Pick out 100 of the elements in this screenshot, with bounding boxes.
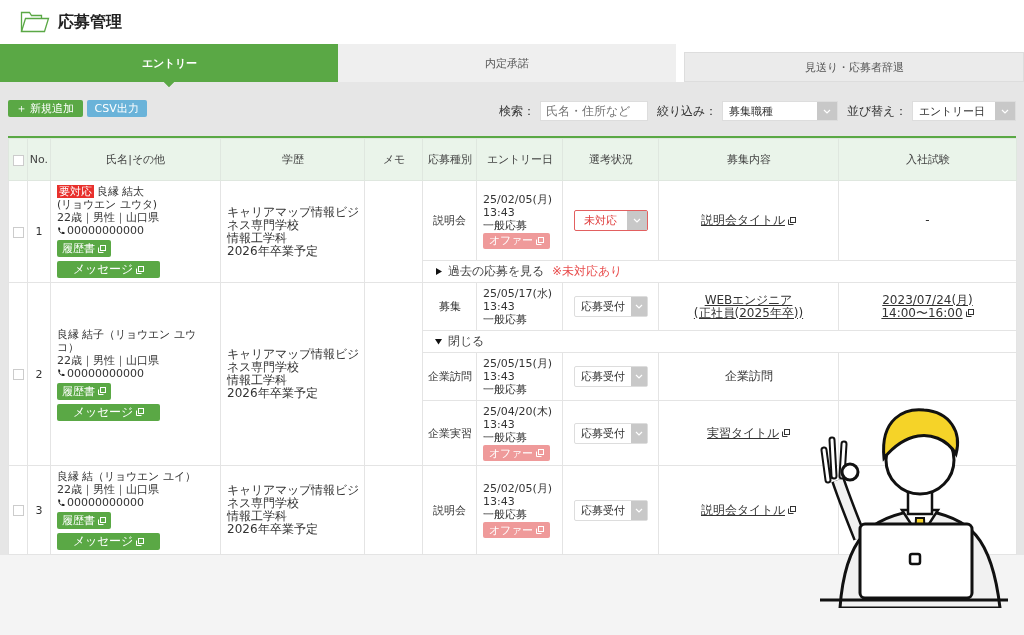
entry-time: 13:43	[483, 370, 516, 383]
entry-time: 13:43	[483, 205, 516, 219]
unhandled-note: ※未対応あり	[552, 264, 623, 278]
status-dropdown[interactable]: 応募受付	[573, 422, 648, 444]
applicant-name: 良縁 結太	[97, 185, 145, 198]
external-link-icon	[536, 449, 544, 457]
checkbox[interactable]	[12, 505, 24, 516]
chevron-down-icon	[634, 374, 643, 379]
chevron-down-icon	[823, 108, 831, 114]
sort-dropdown[interactable]: エントリー日	[912, 101, 1016, 121]
toggle-link[interactable]: 閉じる	[435, 335, 484, 348]
chevron-down-icon	[634, 507, 643, 513]
external-link-icon	[136, 537, 144, 546]
column-header: No.	[29, 153, 49, 166]
education-text: 情報工学科	[227, 510, 288, 523]
tab[interactable]: 内定承諾	[338, 44, 676, 82]
education-text: 情報工学科	[227, 231, 287, 245]
filter-dropdown[interactable]: 募集職種	[722, 101, 838, 121]
education-text: キャリアマップ情報ビジネス専門学校	[227, 205, 360, 232]
external-link-icon	[536, 526, 544, 534]
entry-route: 一般応募	[483, 508, 528, 521]
education-text: 2026年卒業予定	[227, 244, 319, 258]
applicant-details: 22歳｜男性｜山口県	[57, 483, 160, 496]
entry-route: 一般応募	[483, 383, 528, 396]
row-number: 2	[35, 367, 43, 381]
checkbox[interactable]	[12, 369, 24, 380]
education-text: 2026年卒業予定	[227, 387, 319, 400]
link[interactable]: 説明会タイトル	[701, 214, 785, 227]
status-dropdown[interactable]: 未対応	[573, 210, 648, 231]
table-cell: 説明会	[433, 503, 466, 517]
tab[interactable]: 見送り・応募者辞退	[684, 52, 1024, 82]
link[interactable]: (正社員(2025年卒))	[693, 306, 804, 320]
chevron-down-icon	[634, 304, 643, 309]
external-link-icon	[136, 265, 144, 274]
column-header: 学歴	[281, 153, 304, 166]
entry-route: 一般応募	[483, 313, 528, 326]
phone-number: 00000000000	[67, 224, 144, 237]
education-text: キャリアマップ情報ビジネス専門学校	[227, 348, 360, 374]
search-label: 検索：	[499, 102, 535, 120]
table-cell: 企業訪問	[427, 370, 472, 383]
applicant-details: 22歳｜男性｜山口県	[57, 353, 160, 367]
sort-label: 並び替え：	[847, 102, 907, 120]
cell-text: 企業訪問	[724, 370, 773, 383]
chevron-down-icon	[634, 430, 643, 436]
external-link-icon	[98, 244, 106, 253]
entry-date: 25/02/05(月)	[483, 192, 553, 206]
column-header: エントリー日	[486, 153, 553, 166]
phone-icon	[57, 226, 65, 235]
applicant-name: 良縁 結子（リョウエン ユウコ）	[57, 327, 197, 354]
row-number: 3	[35, 503, 43, 517]
entry-route: 一般応募	[483, 218, 528, 232]
folder-icon	[20, 11, 50, 33]
link[interactable]: 実習タイトル	[707, 426, 779, 440]
education-text: キャリアマップ情報ビジネス専門学校	[227, 484, 360, 510]
toggle-link[interactable]: 過去の応募を見る	[435, 265, 544, 278]
page-title: 応募管理	[58, 11, 122, 33]
entry-date: 25/05/17(水)	[483, 287, 553, 300]
column-header: メモ	[382, 153, 405, 166]
table-cell: 募集	[438, 300, 461, 313]
entry-time: 13:43	[483, 495, 516, 508]
checkbox[interactable]	[12, 226, 24, 238]
status-dropdown[interactable]: 応募受付	[573, 499, 648, 521]
row-number: 1	[35, 225, 43, 238]
applicant-name: 良縁 結（リョウエン ユイ）	[57, 470, 196, 483]
status-dropdown[interactable]: 応募受付	[573, 296, 648, 317]
education-text: 2026年卒業予定	[227, 523, 319, 536]
external-link-icon	[136, 408, 144, 416]
link[interactable]: 14:00〜16:00	[881, 306, 963, 320]
phone-number: 00000000000	[67, 496, 144, 509]
entry-date: 25/02/05(月)	[483, 482, 553, 495]
entry-route: 一般応募	[483, 431, 528, 444]
column-header: 選考状況	[588, 153, 633, 166]
education-text: 情報工学科	[227, 374, 288, 387]
link[interactable]: WEBエンジニア	[704, 293, 793, 307]
external-link-icon	[98, 516, 106, 525]
link[interactable]: 2023/07/24(月)	[882, 293, 973, 307]
link[interactable]: 説明会タイトル	[701, 503, 785, 517]
cell-text: -	[925, 214, 930, 227]
applicant-details: 22歳｜男性｜山口県	[57, 211, 160, 224]
entry-date: 25/05/15(月)	[483, 357, 553, 370]
phone-icon	[57, 369, 65, 377]
chevron-down-icon	[632, 218, 641, 223]
entry-time: 13:43	[483, 300, 516, 313]
external-link-icon	[536, 236, 544, 245]
phone-number: 00000000000	[67, 366, 144, 380]
triangle-down-icon	[435, 338, 442, 345]
name-reading: (リョウエン ユウタ)	[57, 198, 159, 211]
chevron-down-icon	[1001, 108, 1009, 114]
search-field[interactable]: 氏名・住所など	[540, 101, 648, 121]
urgent-badge: 要対応	[57, 185, 94, 198]
status-dropdown[interactable]: 応募受付	[573, 366, 648, 387]
checkbox[interactable]	[12, 154, 24, 166]
column-header: 募集内容	[726, 153, 771, 166]
phone-icon	[57, 498, 65, 507]
table-cell: 説明会	[433, 214, 466, 227]
triangle-right-icon	[435, 268, 442, 275]
column-header: 応募種別	[427, 153, 472, 166]
column-header: 入社試験	[905, 153, 950, 166]
entry-time: 13:43	[483, 418, 516, 431]
filter-label: 絞り込み：	[657, 102, 717, 120]
